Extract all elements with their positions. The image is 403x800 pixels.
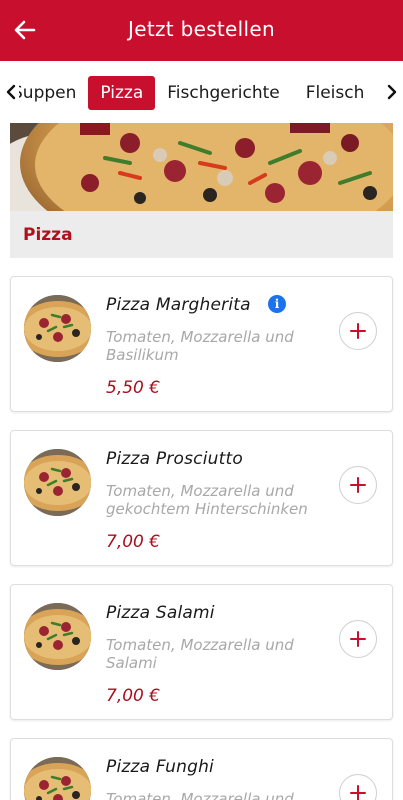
app-bar: Jetzt bestellen xyxy=(0,0,403,61)
product-name: Pizza Funghi xyxy=(106,757,214,777)
product-description: Tomaten, Mozzarella und Basilikum xyxy=(106,328,294,364)
pizza-thumbnail-image xyxy=(24,295,91,362)
product-name: Pizza Salami xyxy=(106,603,215,623)
plus-icon xyxy=(350,323,366,339)
add-to-cart-button[interactable] xyxy=(339,620,377,658)
chevron-left-icon xyxy=(6,84,16,100)
product-card[interactable]: Pizza Salami Tomaten, Mozzarella und Sal… xyxy=(10,584,393,720)
product-thumbnail xyxy=(24,449,91,516)
product-thumbnail xyxy=(24,757,91,800)
plus-icon xyxy=(350,631,366,647)
page-title: Jetzt bestellen xyxy=(128,17,275,41)
product-name: Pizza Margherita xyxy=(106,295,251,315)
product-description: Tomaten, Mozzarella und gekochtem Hinter… xyxy=(106,482,308,518)
product-card[interactable]: Pizza Margherita i Tomaten, Mozzarella u… xyxy=(10,276,393,412)
plus-icon xyxy=(350,785,366,800)
product-price: 5,50 € xyxy=(106,378,161,398)
plus-icon xyxy=(350,477,366,493)
category-title: Pizza xyxy=(23,225,73,245)
category-tabs: Suppen Pizza Fischgerichte Fleisch xyxy=(0,61,403,123)
product-thumbnail xyxy=(24,603,91,670)
product-name: Pizza Prosciutto xyxy=(106,449,243,469)
pizza-image xyxy=(10,123,393,211)
tabs-scroll-left-button[interactable] xyxy=(3,81,19,103)
pizza-thumbnail-image xyxy=(24,757,91,800)
product-description: Tomaten, Mozzarella und Salami xyxy=(106,636,294,672)
product-card[interactable]: Pizza Prosciutto Tomaten, Mozzarella und… xyxy=(10,430,393,566)
pizza-thumbnail-image xyxy=(24,603,91,670)
product-price: 7,00 € xyxy=(106,532,161,552)
tabs-scroll-right-button[interactable] xyxy=(384,81,400,103)
category-hero-image xyxy=(10,123,393,211)
product-price: 7,00 € xyxy=(106,686,161,706)
chevron-right-icon xyxy=(387,84,397,100)
product-card[interactable]: Pizza Funghi Tomaten, Mozzarella und xyxy=(10,738,393,800)
product-thumbnail xyxy=(24,295,91,362)
add-to-cart-button[interactable] xyxy=(339,312,377,350)
tab-fleisch[interactable]: Fleisch xyxy=(292,76,377,110)
category-header: Pizza xyxy=(10,211,393,258)
product-description: Tomaten, Mozzarella und xyxy=(106,790,294,800)
add-to-cart-button[interactable] xyxy=(339,774,377,800)
add-to-cart-button[interactable] xyxy=(339,466,377,504)
info-icon[interactable]: i xyxy=(268,295,286,313)
tab-pizza[interactable]: Pizza xyxy=(88,76,156,110)
tab-fischgerichte[interactable]: Fischgerichte xyxy=(155,76,291,110)
tab-strip: Suppen Pizza Fischgerichte Fleisch xyxy=(0,75,376,111)
pizza-thumbnail-image xyxy=(24,449,91,516)
